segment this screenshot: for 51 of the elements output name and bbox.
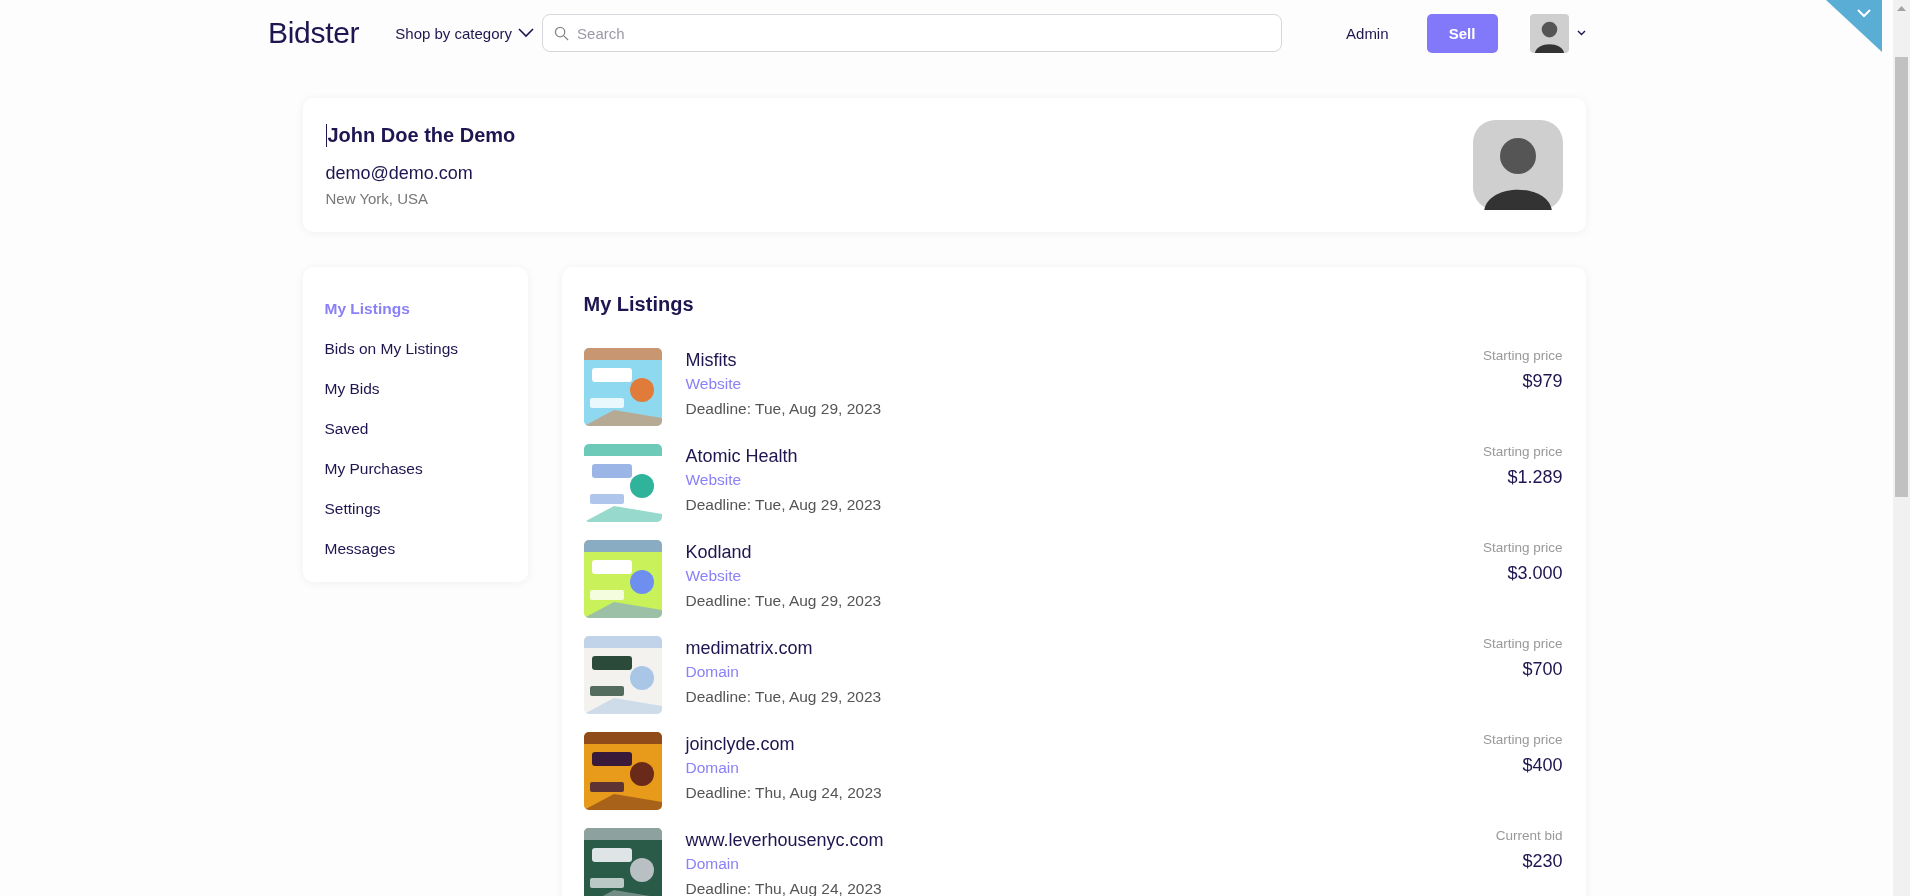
listing-name[interactable]: www.leverhousenyc.com	[685, 830, 1496, 851]
sidebar-item[interactable]: Saved	[324, 420, 506, 438]
listing-price: $700	[1522, 659, 1563, 680]
chevron-down-icon	[518, 28, 535, 38]
sidebar-item[interactable]: Messages	[324, 540, 506, 558]
listing-deadline: Deadline: Tue, Aug 29, 2023	[685, 688, 883, 706]
listing-type: Website	[685, 375, 743, 393]
search-icon	[554, 26, 570, 41]
price-label: Current bid	[1495, 828, 1563, 843]
price-label: Starting price	[1482, 732, 1563, 747]
listing-name[interactable]: medimatrix.com	[685, 638, 1483, 659]
profile-location: New York, USA	[325, 189, 430, 207]
listing-price: $400	[1522, 755, 1563, 776]
category-menu[interactable]: Shop by category	[395, 24, 535, 42]
price-label: Starting price	[1482, 444, 1563, 459]
listing-type: Domain	[685, 855, 740, 873]
listing-price: $230	[1522, 851, 1563, 872]
listing-type: Website	[685, 471, 743, 489]
listing-type: Domain	[685, 759, 740, 777]
listing-price: $979	[1522, 371, 1563, 392]
profile-name: John Doe the Demo	[325, 123, 516, 147]
listing-deadline: Deadline: Tue, Aug 29, 2023	[685, 592, 883, 610]
listings-title: My Listings	[583, 293, 695, 316]
listing-name[interactable]: Misfits	[685, 350, 1483, 371]
caret-icon	[1576, 30, 1586, 36]
sidebar-item[interactable]: Settings	[324, 500, 506, 518]
listing-deadline: Deadline: Tue, Aug 29, 2023	[685, 400, 883, 418]
listing-type: Website	[685, 567, 743, 585]
logo[interactable]: Bidster	[268, 16, 360, 50]
listing-name[interactable]: Kodland	[685, 542, 1483, 563]
corner-ribbon-icon[interactable]	[1826, 0, 1882, 52]
account-menu[interactable]	[1529, 13, 1586, 53]
sidebar-item[interactable]: My Purchases	[324, 460, 506, 478]
listing-name[interactable]: Atomic Health	[685, 446, 1483, 467]
price-label: Starting price	[1482, 348, 1563, 363]
listing-type: Domain	[685, 663, 740, 681]
price-label: Starting price	[1482, 636, 1563, 651]
listing-name[interactable]: joinclyde.com	[685, 734, 1483, 755]
scrollbar[interactable]	[1893, 0, 1910, 896]
listing-deadline: Deadline: Tue, Aug 29, 2023	[685, 496, 883, 514]
listing-price: $3.000	[1507, 563, 1563, 584]
listing-price: $1.289	[1507, 467, 1563, 488]
admin-link[interactable]: Admin	[1346, 24, 1389, 42]
listing-deadline: Deadline: Thu, Aug 24, 2023	[685, 784, 883, 802]
sidebar-item[interactable]: My Bids	[324, 380, 506, 398]
sidebar-item[interactable]: Bids on My Listings	[324, 340, 506, 358]
profile-email: demo@demo.com	[325, 162, 474, 184]
scrollbar-thumb[interactable]	[1895, 57, 1908, 497]
avatar	[1529, 13, 1569, 53]
price-label: Starting price	[1482, 540, 1563, 555]
search-field[interactable]: Search	[542, 14, 1283, 52]
